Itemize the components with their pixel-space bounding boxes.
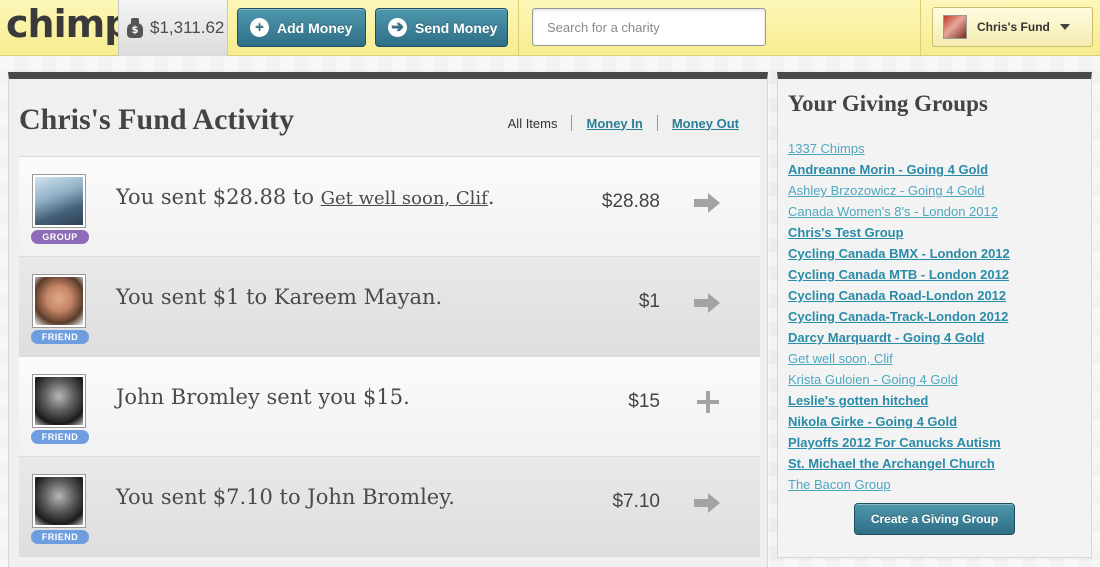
activity-amount: $1 [638, 291, 660, 312]
plus-icon [697, 391, 719, 413]
send-money-label: Send Money [415, 19, 498, 36]
sidebar-title: Your Giving Groups [788, 91, 988, 116]
fund-selector-dropdown[interactable]: Chris's Fund [932, 7, 1093, 47]
giving-group-link[interactable]: Krista Guloien - Going 4 Gold [788, 372, 958, 387]
list-item: Chris's Test Group [788, 222, 1010, 243]
activity-row[interactable]: FRIEND John Bromley sent you $15. $15 [19, 357, 760, 457]
friend-avatar[interactable] [33, 375, 85, 427]
list-item: Andreanne Morin - Going 4 Gold [788, 159, 1010, 180]
activity-filters: All Items Money In Money Out [508, 115, 739, 131]
filter-money-out[interactable]: Money Out [672, 116, 739, 131]
arrow-right-icon [694, 293, 720, 313]
giving-group-list: 1337 Chimps Andreanne Morin - Going 4 Go… [788, 138, 1010, 495]
friend-avatar[interactable] [33, 275, 85, 327]
list-item: Canada Women's 8's - London 2012 [788, 201, 1010, 222]
list-item: Get well soon, Clif [788, 348, 1010, 369]
activity-amount: $28.88 [601, 191, 660, 212]
giving-group-link[interactable]: Chris's Test Group [788, 225, 904, 240]
activity-description: You sent $7.10 to John Bromley. [116, 485, 455, 509]
giving-group-link[interactable]: Leslie's gotten hitched [788, 393, 928, 408]
charity-search-input[interactable] [532, 8, 766, 46]
giving-group-link[interactable]: 1337 Chimps [788, 141, 865, 156]
list-item: Leslie's gotten hitched [788, 390, 1010, 411]
filter-separator [571, 115, 573, 131]
activity-amount: $15 [628, 391, 660, 412]
arrow-right-icon [694, 493, 720, 513]
list-item: Cycling Canada MTB - London 2012 [788, 264, 1010, 285]
list-item: Cycling Canada-Track-London 2012 [788, 306, 1010, 327]
balance-display: $ $1,311.62 [118, 0, 228, 56]
list-item: Ashley Brzozowicz - Going 4 Gold [788, 180, 1010, 201]
giving-group-link[interactable]: Andreanne Morin - Going 4 Gold [788, 162, 988, 177]
filter-all-items[interactable]: All Items [508, 116, 558, 131]
giving-group-link[interactable]: Playoffs 2012 For Canucks Autism [788, 435, 1001, 450]
activity-description: You sent $1 to Kareem Mayan. [116, 285, 443, 309]
giving-group-link[interactable]: Cycling Canada BMX - London 2012 [788, 246, 1010, 261]
group-thumbnail[interactable] [33, 175, 85, 227]
list-item: Darcy Marquardt - Going 4 Gold [788, 327, 1010, 348]
activity-panel: Chris's Fund Activity All Items Money In… [8, 72, 768, 567]
activity-description: John Bromley sent you $15. [116, 385, 410, 409]
giving-group-link[interactable]: St. Michael the Archangel Church [788, 456, 995, 471]
arrow-right-icon [694, 193, 720, 213]
giving-group-link[interactable]: Canada Women's 8's - London 2012 [788, 204, 998, 219]
friend-badge: FRIEND [31, 330, 89, 344]
giving-group-link[interactable]: Ashley Brzozowicz - Going 4 Gold [788, 183, 985, 198]
giving-group-link[interactable]: Cycling Canada Road-London 2012 [788, 288, 1006, 303]
chimp-logo[interactable]: chimp [6, 2, 131, 46]
chevron-down-icon [1060, 24, 1070, 30]
send-money-button[interactable]: ➔ Send Money [375, 8, 508, 47]
details-button[interactable] [694, 189, 722, 217]
activity-row[interactable]: GROUP You sent $28.88 to Get well soon, … [19, 157, 760, 257]
plus-circle-icon: + [250, 18, 269, 37]
page-title: Chris's Fund Activity [19, 103, 295, 136]
list-item: Nikola Girke - Going 4 Gold [788, 411, 1010, 432]
activity-row[interactable]: FRIEND You sent $1 to Kareem Mayan. $1 [19, 257, 760, 357]
add-money-label: Add Money [277, 19, 353, 36]
fund-name: Chris's Fund [977, 20, 1050, 34]
group-link[interactable]: Get well soon, Clif [321, 188, 488, 209]
activity-description: You sent $28.88 to Get well soon, Clif. [116, 185, 495, 209]
list-item: 1337 Chimps [788, 138, 1010, 159]
giving-group-link[interactable]: Darcy Marquardt - Going 4 Gold [788, 330, 984, 345]
giving-group-link[interactable]: Cycling Canada-Track-London 2012 [788, 309, 1008, 324]
arrow-circle-icon: ➔ [388, 18, 407, 37]
fund-avatar [943, 15, 967, 39]
header-divider [518, 0, 519, 56]
group-badge: GROUP [31, 230, 89, 244]
money-bag-icon: $ [127, 18, 143, 38]
balance-amount: $1,311.62 [150, 18, 225, 37]
giving-groups-sidebar: Your Giving Groups 1337 Chimps Andreanne… [777, 72, 1092, 558]
list-item: Cycling Canada BMX - London 2012 [788, 243, 1010, 264]
create-giving-group-button[interactable]: Create a Giving Group [854, 503, 1015, 535]
top-bar: chimp $ $1,311.62 + Add Money ➔ Send Mon… [0, 0, 1100, 56]
filter-separator [656, 115, 658, 131]
list-item: Krista Guloien - Going 4 Gold [788, 369, 1010, 390]
list-item: The Bacon Group [788, 474, 1010, 495]
activity-row[interactable]: FRIEND You sent $7.10 to John Bromley. $… [19, 457, 760, 557]
friend-avatar[interactable] [33, 475, 85, 527]
header-divider [920, 0, 921, 56]
filter-money-in[interactable]: Money In [586, 116, 642, 131]
giving-group-link[interactable]: Get well soon, Clif [788, 351, 893, 366]
add-money-button[interactable]: + Add Money [237, 8, 366, 47]
details-button[interactable] [694, 389, 722, 417]
giving-group-link[interactable]: Nikola Girke - Going 4 Gold [788, 414, 957, 429]
friend-badge: FRIEND [31, 530, 89, 544]
details-button[interactable] [694, 289, 722, 317]
details-button[interactable] [694, 489, 722, 517]
friend-badge: FRIEND [31, 430, 89, 444]
list-item: Cycling Canada Road-London 2012 [788, 285, 1010, 306]
giving-group-link[interactable]: The Bacon Group [788, 477, 891, 492]
list-item: Playoffs 2012 For Canucks Autism [788, 432, 1010, 453]
giving-group-link[interactable]: Cycling Canada MTB - London 2012 [788, 267, 1009, 282]
activity-amount: $7.10 [612, 491, 660, 512]
activity-list: GROUP You sent $28.88 to Get well soon, … [19, 156, 760, 557]
list-item: St. Michael the Archangel Church [788, 453, 1010, 474]
